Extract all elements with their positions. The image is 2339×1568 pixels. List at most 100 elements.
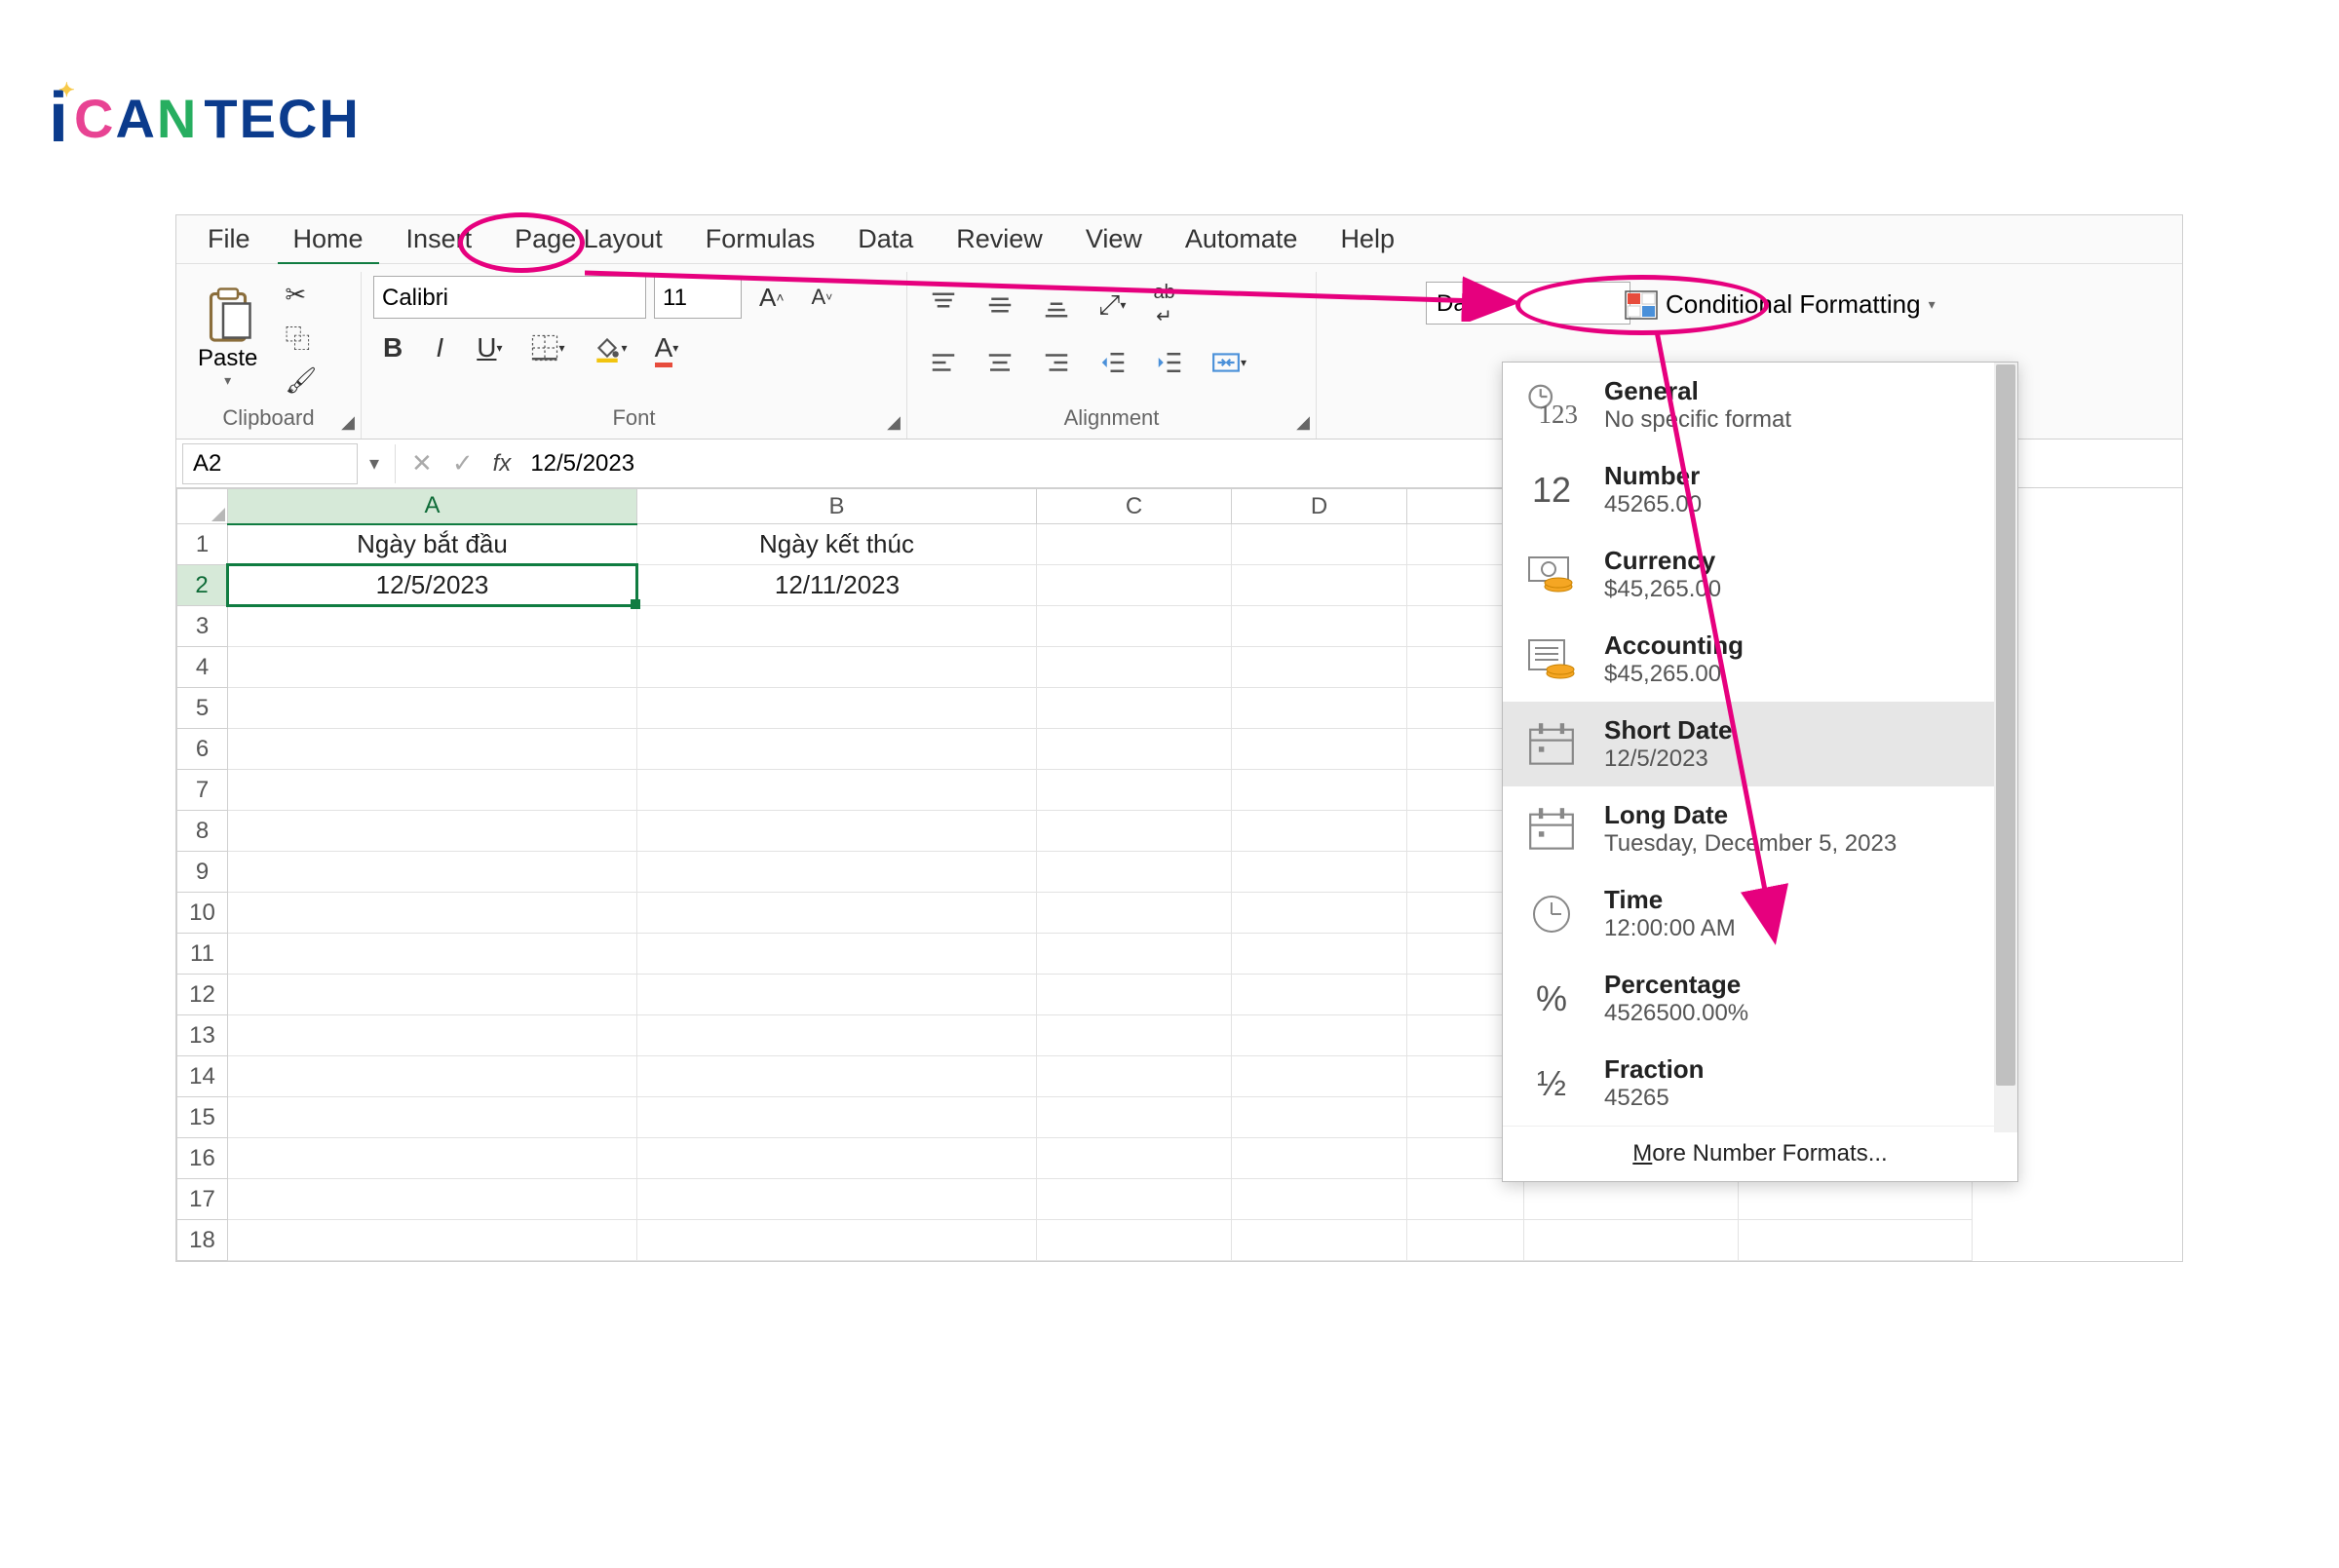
cell-C6[interactable] bbox=[1037, 729, 1232, 770]
cell-D18[interactable] bbox=[1232, 1220, 1407, 1261]
cell-A2[interactable]: 12/5/2023 bbox=[228, 565, 637, 606]
cell-B13[interactable] bbox=[637, 1015, 1037, 1056]
cell-C10[interactable] bbox=[1037, 893, 1232, 934]
cell-B12[interactable] bbox=[637, 975, 1037, 1015]
more-number-formats[interactable]: More Number Formats... bbox=[1503, 1126, 2017, 1181]
row-header-16[interactable]: 16 bbox=[177, 1138, 228, 1179]
cell-A3[interactable] bbox=[228, 606, 637, 647]
cut-icon[interactable]: ✂ bbox=[281, 276, 321, 314]
align-bottom-button[interactable] bbox=[1032, 285, 1081, 325]
alignment-launcher[interactable]: ◢ bbox=[1296, 412, 1310, 433]
clipboard-launcher[interactable]: ◢ bbox=[341, 412, 355, 433]
cell-A18[interactable] bbox=[228, 1220, 637, 1261]
row-header-7[interactable]: 7 bbox=[177, 770, 228, 811]
cell-C3[interactable] bbox=[1037, 606, 1232, 647]
decrease-font-button[interactable]: A˅ bbox=[802, 279, 843, 316]
row-header-1[interactable]: 1 bbox=[177, 524, 228, 565]
cell-D11[interactable] bbox=[1232, 934, 1407, 975]
italic-button[interactable]: I bbox=[420, 326, 459, 369]
cell-D16[interactable] bbox=[1232, 1138, 1407, 1179]
name-box-dropdown[interactable]: ▾ bbox=[360, 451, 389, 476]
merge-center-button[interactable]: ▾ bbox=[1202, 342, 1256, 383]
cell-C17[interactable] bbox=[1037, 1179, 1232, 1220]
cell-D9[interactable] bbox=[1232, 852, 1407, 893]
cell-A13[interactable] bbox=[228, 1015, 637, 1056]
align-middle-button[interactable] bbox=[976, 285, 1024, 325]
cell-D14[interactable] bbox=[1232, 1056, 1407, 1097]
cell-A15[interactable] bbox=[228, 1097, 637, 1138]
row-header-4[interactable]: 4 bbox=[177, 647, 228, 688]
cell-D2[interactable] bbox=[1232, 565, 1407, 606]
row-header-10[interactable]: 10 bbox=[177, 893, 228, 934]
row-header-8[interactable]: 8 bbox=[177, 811, 228, 852]
cell-C16[interactable] bbox=[1037, 1138, 1232, 1179]
cell-A11[interactable] bbox=[228, 934, 637, 975]
cell-C1[interactable] bbox=[1037, 524, 1232, 565]
tab-help[interactable]: Help bbox=[1319, 214, 1416, 264]
cell-A6[interactable] bbox=[228, 729, 637, 770]
cell-D3[interactable] bbox=[1232, 606, 1407, 647]
copy-icon[interactable]: ⿻ bbox=[281, 316, 321, 360]
cell-A9[interactable] bbox=[228, 852, 637, 893]
row-header-13[interactable]: 13 bbox=[177, 1015, 228, 1056]
cell-A8[interactable] bbox=[228, 811, 637, 852]
cell-H17[interactable] bbox=[1524, 1179, 1739, 1220]
tab-view[interactable]: View bbox=[1064, 214, 1164, 264]
increase-indent-button[interactable] bbox=[1145, 342, 1194, 383]
cell-D13[interactable] bbox=[1232, 1015, 1407, 1056]
format-option-currency[interactable]: Currency $45,265.00 bbox=[1503, 532, 2017, 617]
cell-D6[interactable] bbox=[1232, 729, 1407, 770]
tab-automate[interactable]: Automate bbox=[1164, 214, 1320, 264]
select-all-button[interactable] bbox=[177, 489, 228, 524]
align-center-button[interactable] bbox=[976, 342, 1024, 383]
format-option-general[interactable]: 123 General No specific format bbox=[1503, 363, 2017, 447]
cell-D7[interactable] bbox=[1232, 770, 1407, 811]
align-right-button[interactable] bbox=[1032, 342, 1081, 383]
row-header-17[interactable]: 17 bbox=[177, 1179, 228, 1220]
tab-home[interactable]: Home bbox=[272, 214, 385, 264]
font-launcher[interactable]: ◢ bbox=[887, 412, 901, 433]
cancel-formula-icon[interactable]: ✕ bbox=[402, 448, 442, 478]
wrap-text-button[interactable]: ab↵ bbox=[1143, 276, 1184, 334]
cell-A16[interactable] bbox=[228, 1138, 637, 1179]
cell-B10[interactable] bbox=[637, 893, 1037, 934]
orientation-button[interactable]: ⤢▾ bbox=[1089, 284, 1135, 327]
cell-A7[interactable] bbox=[228, 770, 637, 811]
cell-18[interactable] bbox=[1407, 1220, 1524, 1261]
cell-B7[interactable] bbox=[637, 770, 1037, 811]
cell-H18[interactable] bbox=[1524, 1220, 1739, 1261]
column-header-C[interactable]: C bbox=[1037, 489, 1232, 524]
cell-D17[interactable] bbox=[1232, 1179, 1407, 1220]
cell-B14[interactable] bbox=[637, 1056, 1037, 1097]
align-top-button[interactable] bbox=[919, 285, 968, 325]
cell-B16[interactable] bbox=[637, 1138, 1037, 1179]
cell-B1[interactable]: Ngày kết thúc bbox=[637, 524, 1037, 565]
cell-A14[interactable] bbox=[228, 1056, 637, 1097]
borders-button[interactable]: ▾ bbox=[520, 327, 575, 368]
cell-B4[interactable] bbox=[637, 647, 1037, 688]
cell-C7[interactable] bbox=[1037, 770, 1232, 811]
fx-icon[interactable]: fx bbox=[483, 450, 521, 478]
tab-formulas[interactable]: Formulas bbox=[684, 214, 837, 264]
cell-B17[interactable] bbox=[637, 1179, 1037, 1220]
cell-B5[interactable] bbox=[637, 688, 1037, 729]
row-header-5[interactable]: 5 bbox=[177, 688, 228, 729]
font-name-select[interactable]: Calibri bbox=[373, 276, 646, 319]
cell-C12[interactable] bbox=[1037, 975, 1232, 1015]
row-header-6[interactable]: 6 bbox=[177, 729, 228, 770]
cell-C15[interactable] bbox=[1037, 1097, 1232, 1138]
format-option-accounting[interactable]: Accounting $45,265.00 bbox=[1503, 617, 2017, 702]
column-header-B[interactable]: B bbox=[637, 489, 1037, 524]
tab-review[interactable]: Review bbox=[935, 214, 1064, 264]
cell-A17[interactable] bbox=[228, 1179, 637, 1220]
cell-C18[interactable] bbox=[1037, 1220, 1232, 1261]
cell-B2[interactable]: 12/11/2023 bbox=[637, 565, 1037, 606]
cell-I18[interactable] bbox=[1739, 1220, 1973, 1261]
cell-B8[interactable] bbox=[637, 811, 1037, 852]
format-option-percentage[interactable]: % Percentage 4526500.00% bbox=[1503, 956, 2017, 1041]
conditional-formatting-button[interactable]: Conditional Formatting ▾ bbox=[1611, 282, 1949, 327]
cell-C2[interactable] bbox=[1037, 565, 1232, 606]
decrease-indent-button[interactable] bbox=[1089, 342, 1137, 383]
cell-D15[interactable] bbox=[1232, 1097, 1407, 1138]
cell-D8[interactable] bbox=[1232, 811, 1407, 852]
